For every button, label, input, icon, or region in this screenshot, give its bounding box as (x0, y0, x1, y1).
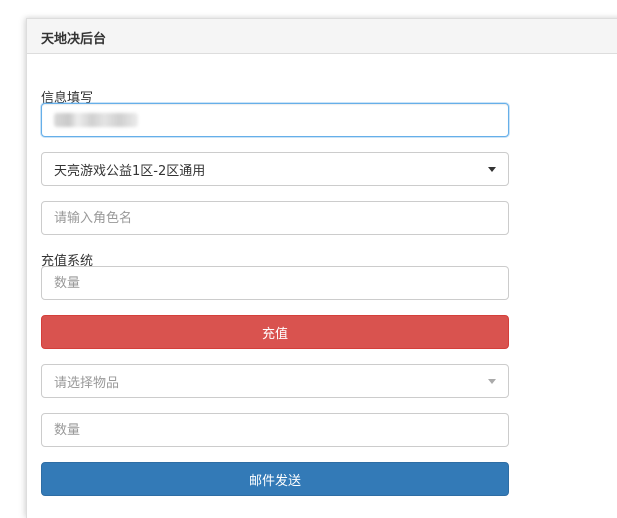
item-select[interactable]: 请选择物品 (41, 364, 509, 398)
chevron-down-icon (488, 166, 496, 172)
send-mail-button[interactable]: 邮件发送 (41, 462, 509, 496)
role-name-input[interactable] (41, 201, 509, 235)
account-input[interactable] (41, 103, 509, 137)
recharge-amount-input[interactable] (41, 266, 509, 300)
send-mail-button-label: 邮件发送 (248, 473, 301, 489)
item-quantity-input[interactable] (41, 413, 509, 447)
recharge-button-label: 充值 (261, 326, 288, 342)
panel-title: 天地决后台 (27, 19, 617, 54)
chevron-down-icon (488, 378, 496, 384)
recharge-button[interactable]: 充值 (41, 315, 509, 349)
redacted-account-value (54, 113, 138, 127)
item-select-value: 请选择物品 (54, 375, 120, 391)
server-select-value: 天亮游戏公益1区-2区通用 (54, 163, 206, 179)
server-select[interactable]: 天亮游戏公益1区-2区通用 (41, 152, 509, 186)
